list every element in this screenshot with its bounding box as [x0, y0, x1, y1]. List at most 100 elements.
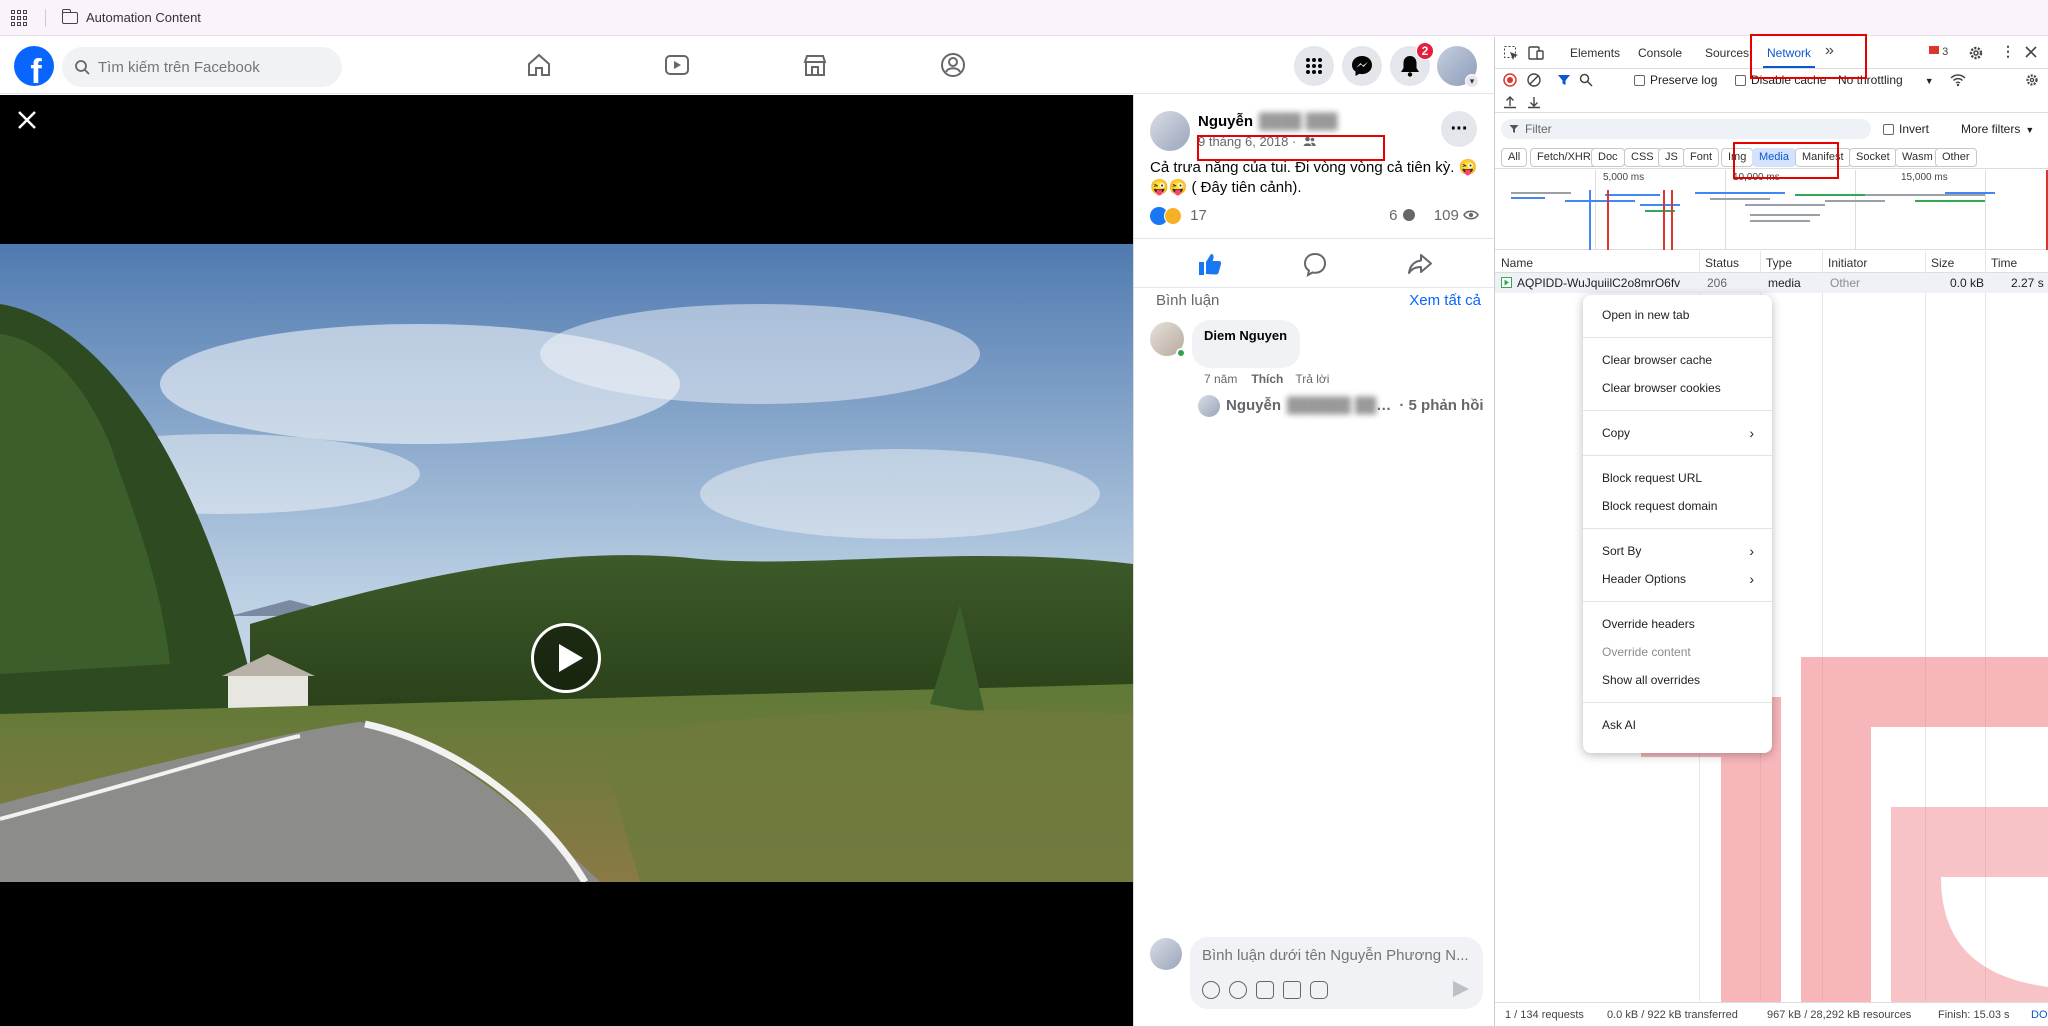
close-devtools-icon[interactable]	[2025, 46, 2037, 58]
bookmark-folder-automation[interactable]: Automation Content	[86, 10, 201, 25]
avatar-sticker-icon[interactable]	[1202, 981, 1220, 999]
menu-item-header-options[interactable]: Header Options ›	[1583, 565, 1772, 593]
bell-icon	[1401, 56, 1419, 77]
settings-gear-icon[interactable]	[1968, 45, 1984, 61]
menu-item-sort-by[interactable]: Sort By ›	[1583, 537, 1772, 565]
type-filter-font[interactable]: Font	[1683, 148, 1720, 167]
error-count[interactable]: 3	[1929, 46, 1948, 58]
filter-icon[interactable]	[1557, 73, 1571, 87]
groups-icon[interactable]	[939, 51, 967, 79]
menu-item-block-domain[interactable]: Block request domain	[1583, 492, 1772, 520]
col-size[interactable]: Size	[1931, 256, 1954, 270]
comment-time[interactable]: 7 năm	[1204, 372, 1237, 386]
comment-button-icon[interactable]	[1302, 251, 1328, 277]
network-overview-timeline[interactable]: 5,000 ms 10,000 ms 15,000 ms	[1495, 170, 2048, 250]
record-stop-icon[interactable]	[1503, 73, 1517, 87]
menu-separator	[1583, 601, 1772, 602]
close-icon[interactable]	[14, 107, 40, 133]
comment-author[interactable]: Diem Nguyen	[1204, 328, 1287, 343]
type-filter-other[interactable]: Other	[1935, 148, 1977, 167]
reaction-summary[interactable]: 17 6 109	[1150, 207, 1479, 231]
filter-input[interactable]: Filter	[1501, 119, 1871, 139]
menu-item-override-headers[interactable]: Override headers	[1583, 610, 1772, 638]
col-time[interactable]: Time	[1991, 256, 2017, 270]
search-requests-icon[interactable]	[1579, 73, 1593, 87]
replies-link[interactable]: Nguyễn ██████ ██… · 5 phản hồi	[1198, 395, 1488, 417]
type-filter-wasm[interactable]: Wasm	[1895, 148, 1940, 167]
waterfall-bar	[1915, 200, 1985, 202]
folder-icon	[61, 8, 78, 24]
menu-item-open-new-tab[interactable]: Open in new tab	[1583, 301, 1772, 329]
col-type[interactable]: Type	[1766, 256, 1792, 270]
notifications-button[interactable]: 2	[1390, 42, 1434, 86]
tab-console[interactable]: Console	[1638, 46, 1682, 60]
comment-like-link[interactable]: Thích	[1251, 372, 1283, 386]
device-toolbar-icon[interactable]	[1528, 45, 1544, 61]
share-button-icon[interactable]	[1407, 251, 1433, 277]
type-filter-doc[interactable]: Doc	[1591, 148, 1625, 167]
marketplace-icon[interactable]	[801, 51, 829, 79]
apps-grid-icon[interactable]	[11, 9, 27, 26]
invert-checkbox[interactable]: Invert	[1883, 122, 1929, 136]
blurred-name: ████ ███	[1259, 113, 1338, 130]
type-filter-css[interactable]: CSS	[1624, 148, 1661, 167]
post-author-avatar[interactable]	[1150, 111, 1190, 151]
send-icon[interactable]	[1453, 981, 1469, 997]
comment-bubble: Diem Nguyen	[1192, 320, 1300, 368]
more-filters-button[interactable]: More filters ▼	[1961, 122, 2034, 136]
facebook-logo[interactable]: f	[14, 46, 54, 86]
kebab-menu-icon[interactable]: ⋮	[2001, 43, 2015, 60]
reaction-count: 17	[1190, 207, 1207, 224]
post-more-button[interactable]: ···	[1441, 111, 1477, 147]
type-filter-all[interactable]: All	[1501, 148, 1528, 167]
comment-count-icon	[1402, 209, 1415, 221]
export-har-icon[interactable]	[1527, 95, 1541, 109]
camera-icon[interactable]	[1256, 981, 1274, 999]
col-status[interactable]: Status	[1705, 256, 1739, 270]
see-all-link[interactable]: Xem tất cả	[1409, 292, 1481, 309]
search-box[interactable]	[62, 47, 342, 87]
home-icon[interactable]	[525, 51, 553, 79]
table-row[interactable]: AQPIDD-WuJquiilC2o8mrO6fv 206 media Othe…	[1495, 273, 2048, 293]
comment-input[interactable]	[1202, 947, 1472, 964]
comment-reply-link[interactable]: Trả lời	[1295, 372, 1329, 386]
clear-icon[interactable]	[1527, 73, 1541, 87]
preserve-log-checkbox[interactable]: Preserve log	[1634, 73, 1717, 87]
search-input[interactable]	[98, 58, 318, 76]
comment-composer[interactable]	[1190, 937, 1483, 1009]
messenger-button[interactable]	[1342, 46, 1382, 86]
network-conditions-icon[interactable]	[1950, 73, 1966, 87]
waterfall-bar	[1825, 200, 1885, 202]
type-filter-fetch[interactable]: Fetch/XHR	[1530, 148, 1598, 167]
timeline-tick-5000: 5,000 ms	[1603, 172, 1645, 183]
sticker-icon[interactable]	[1310, 981, 1328, 999]
play-button[interactable]	[531, 623, 601, 693]
menu-item-ask-ai[interactable]: Ask AI	[1583, 711, 1772, 739]
gif-icon[interactable]	[1283, 981, 1301, 999]
video-frame[interactable]	[0, 244, 1133, 882]
inspect-element-icon[interactable]	[1503, 45, 1519, 61]
type-filter-js[interactable]: JS	[1658, 148, 1685, 167]
waterfall-bar	[1511, 192, 1571, 194]
comment-count[interactable]: 6	[1389, 207, 1397, 224]
menu-item-block-url[interactable]: Block request URL	[1583, 464, 1772, 492]
chevron-right-icon: ›	[1749, 571, 1754, 587]
type-filter-socket[interactable]: Socket	[1849, 148, 1897, 167]
col-initiator[interactable]: Initiator	[1828, 256, 1867, 270]
tab-sources[interactable]: Sources	[1705, 46, 1749, 60]
network-settings-icon[interactable]	[2025, 73, 2039, 87]
menu-item-show-overrides[interactable]: Show all overrides	[1583, 666, 1772, 694]
menu-item-clear-cookies[interactable]: Clear browser cookies	[1583, 374, 1772, 402]
tab-elements[interactable]: Elements	[1570, 46, 1620, 60]
menu-item-clear-cache[interactable]: Clear browser cache	[1583, 346, 1772, 374]
video-nav-icon[interactable]	[663, 51, 691, 79]
emoji-icon[interactable]	[1229, 981, 1247, 999]
menu-item-copy[interactable]: Copy ›	[1583, 419, 1772, 447]
post-author-name[interactable]: Nguyễn ████ ███	[1198, 113, 1338, 130]
like-button-icon[interactable]	[1197, 251, 1223, 277]
col-name[interactable]: Name	[1501, 256, 1533, 270]
account-avatar[interactable]: ▾	[1437, 46, 1479, 88]
import-har-icon[interactable]	[1503, 95, 1517, 109]
request-name[interactable]: AQPIDD-WuJquiilC2o8mrO6fv	[1517, 276, 1680, 290]
menu-grid-button[interactable]	[1294, 46, 1334, 86]
